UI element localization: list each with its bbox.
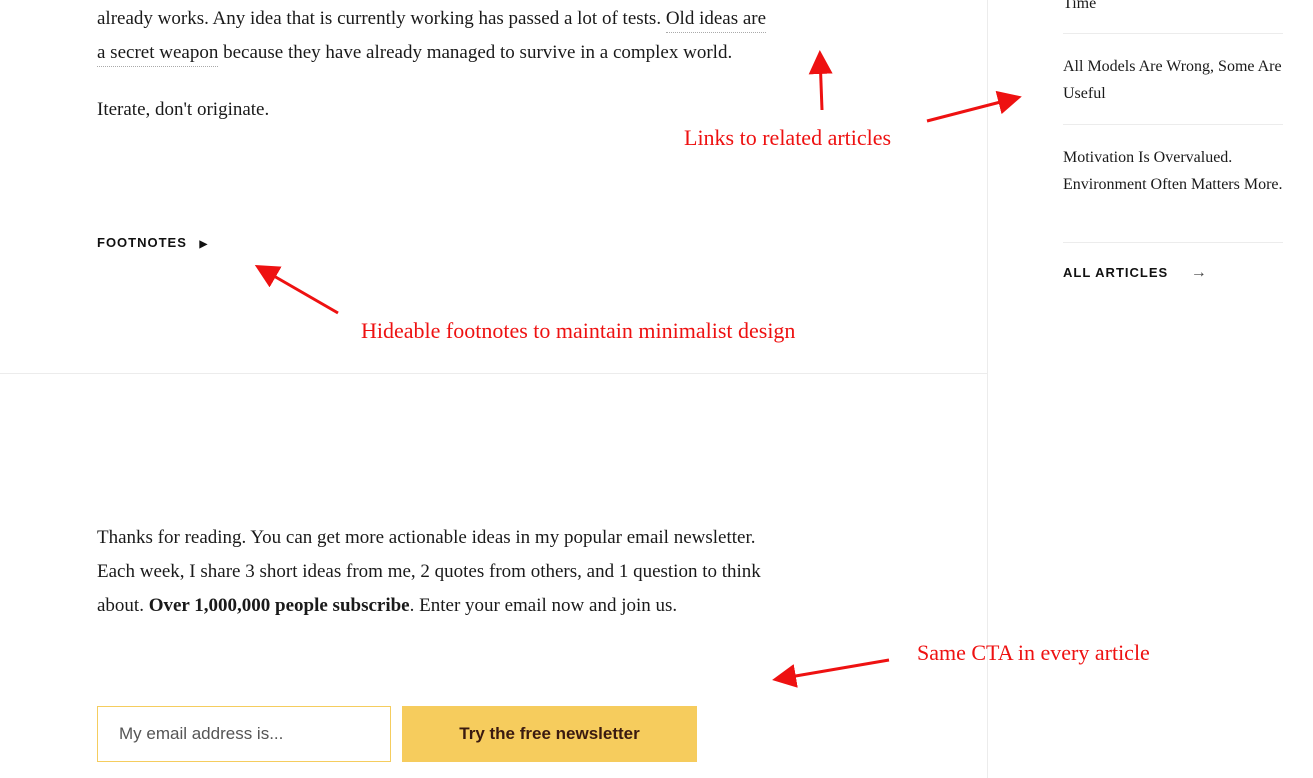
arrow-icon <box>808 50 833 111</box>
arrow-icon <box>254 265 339 315</box>
annotation-arrows <box>254 50 1022 688</box>
arrow-icon <box>926 90 1022 123</box>
arrow-icon <box>772 658 890 688</box>
